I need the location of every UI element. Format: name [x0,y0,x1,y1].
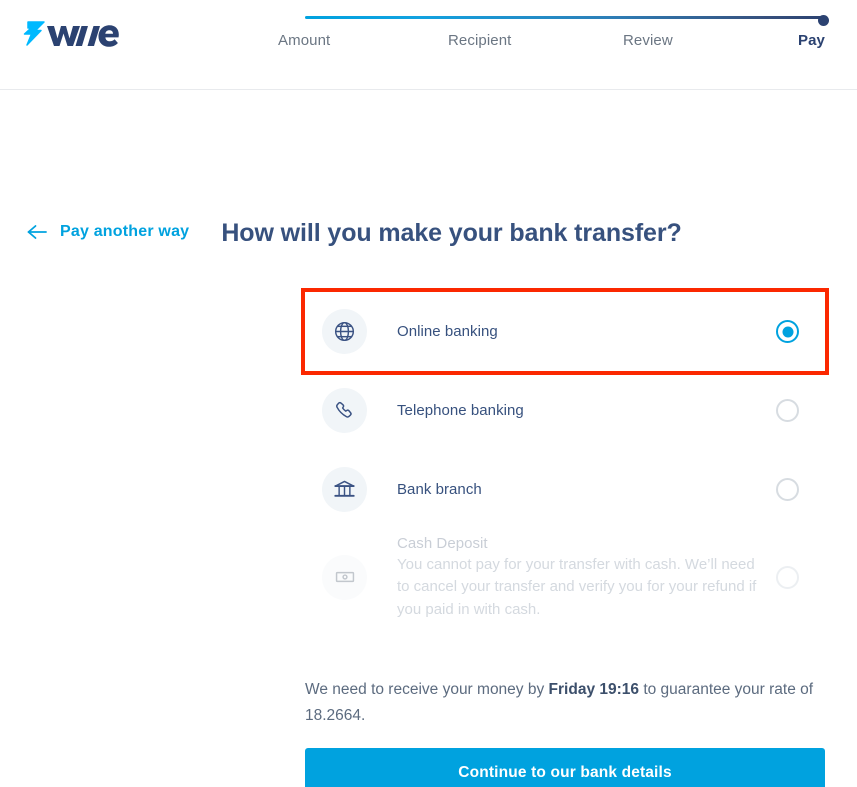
payment-option-label: Bank branch [397,481,482,498]
payment-option-online-banking[interactable]: Online banking [301,288,829,375]
progress-step-amount[interactable]: Amount [278,32,330,49]
progress-current-dot [818,15,829,26]
note-prefix: We need to receive your money by [305,681,549,698]
radio-online-banking[interactable] [776,320,799,343]
progress-track [305,15,829,26]
radio-bank-branch[interactable] [776,478,799,501]
payment-option-body: Cash Deposit You cannot pay for your tra… [367,533,776,622]
radio-telephone-banking[interactable] [776,399,799,422]
wise-logo[interactable] [14,18,119,52]
page-header: Amount Recipient Review Pay [0,0,857,90]
progress-step-pay[interactable]: Pay [798,32,825,49]
payment-option-description: You cannot pay for your transfer with ca… [397,555,757,618]
banknote-icon [322,554,367,600]
rate-deadline-note: We need to receive your money by Friday … [305,677,815,729]
continue-to-bank-details-button[interactable]: Continue to our bank details [305,748,825,787]
phone-icon [322,388,367,433]
wise-logo-svg [23,21,119,47]
page-title: How will you make your bank transfer? [221,219,682,247]
payment-option-body: Online banking [367,323,776,340]
progress-indicator: Amount Recipient Review Pay [278,12,829,62]
payment-option-body: Bank branch [367,481,776,498]
progress-steps: Amount Recipient Review Pay [278,32,825,54]
payment-option-telephone-banking[interactable]: Telephone banking [305,371,825,450]
page-content: Pay another way How will you make your b… [0,90,857,787]
payment-option-cash-deposit: Cash Deposit You cannot pay for your tra… [305,529,825,625]
globe-icon [322,309,367,354]
payment-option-bank-branch[interactable]: Bank branch [305,450,825,529]
payment-option-label: Online banking [397,323,498,340]
payment-option-label: Telephone banking [397,402,524,419]
progress-step-recipient[interactable]: Recipient [448,32,511,49]
payment-option-body: Telephone banking [367,402,776,419]
radio-cash-deposit [776,565,799,589]
progress-step-review[interactable]: Review [623,32,673,49]
note-deadline: Friday 19:16 [548,681,640,698]
payment-option-label: Cash Deposit [397,534,488,552]
payment-method-list: Online banking Telephone banking Bank br… [301,288,829,625]
bank-icon [322,467,367,512]
